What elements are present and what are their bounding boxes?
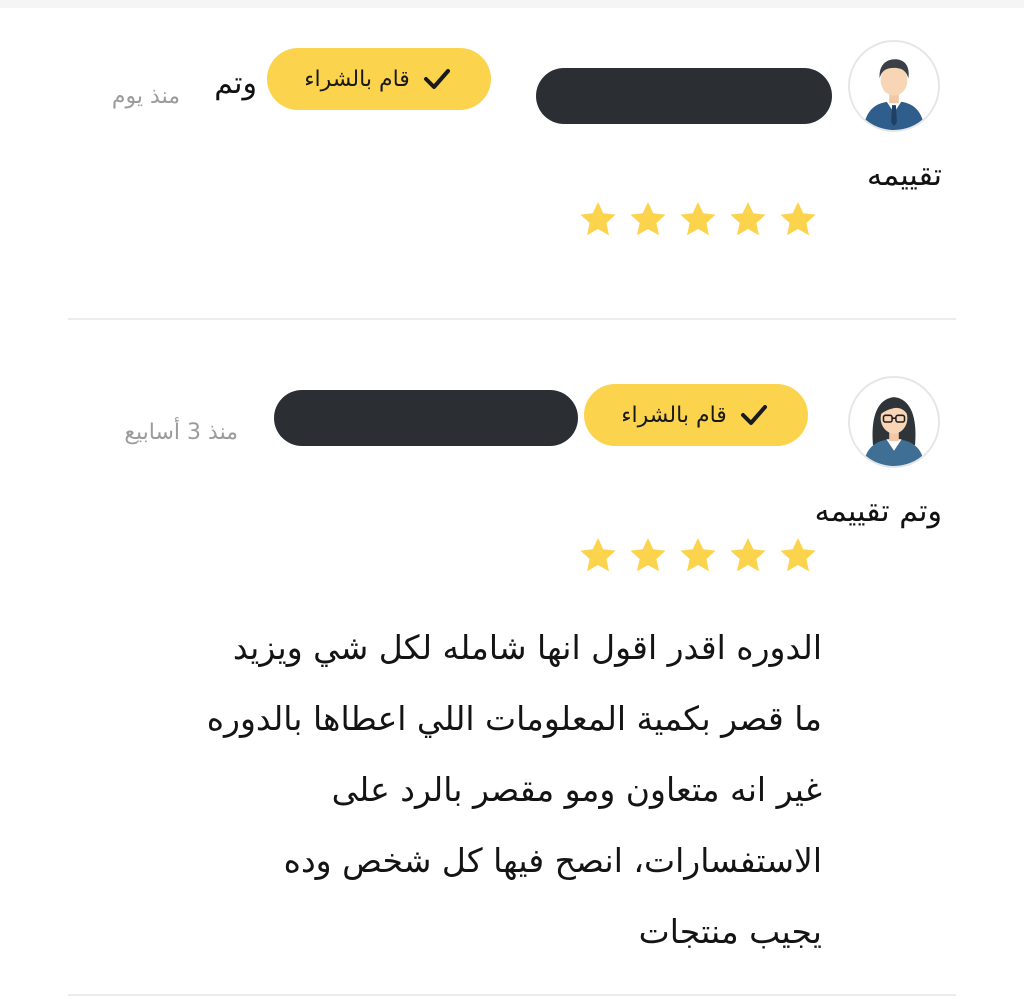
star-icon [730,538,766,572]
checkmark-icon [740,405,767,425]
review-body: الدوره اقدر اقول انها شامله لكل شي ويزيد… [70,612,822,967]
star-icon [780,538,816,572]
review-time: منذ 3 أسابيع [124,420,238,445]
rated-prefix-text: وتم [214,66,257,101]
star-icon [630,202,666,236]
review-line: الدوره اقدر اقول انها شامله لكل شي ويزيد [232,628,822,667]
review-divider [68,994,956,996]
checkmark-icon [423,69,450,89]
review-line: غير انه متعاون ومو مقصر بالرد على [331,770,822,809]
reviewer-avatar[interactable] [848,376,940,468]
star-icon [680,202,716,236]
female-user-icon [850,378,938,466]
review-line: الاستفسارات، انصح فيها كل شخص وده [283,841,822,880]
star-rating [578,200,818,240]
rated-suffix-text: تقييمه [866,158,942,193]
star-icon [730,202,766,236]
purchased-badge: قام بالشراء [584,384,808,446]
star-icon [580,538,616,572]
review-line: يجيب منتجات [638,912,822,951]
review-time: منذ يوم [111,84,180,109]
rated-text: وتم تقييمه [814,494,942,529]
reviewer-avatar[interactable] [848,40,940,132]
male-user-icon [850,42,938,130]
redacted-reviewer-name [274,390,578,446]
star-icon [630,538,666,572]
reviews-page: قام بالشراء وتم منذ يوم تقييمه قام بالشر… [0,0,1024,1000]
badge-label: قام بالشراء [621,402,727,428]
star-icon [580,202,616,236]
badge-label: قام بالشراء [304,66,410,92]
star-rating [578,536,818,576]
star-icon [680,538,716,572]
purchased-badge: قام بالشراء [267,48,491,110]
top-edge [0,0,1024,8]
review-line: ما قصر بكمية المعلومات اللي اعطاها بالدو… [206,699,822,738]
redacted-reviewer-name [536,68,832,124]
review-divider [68,318,956,320]
star-icon [780,202,816,236]
